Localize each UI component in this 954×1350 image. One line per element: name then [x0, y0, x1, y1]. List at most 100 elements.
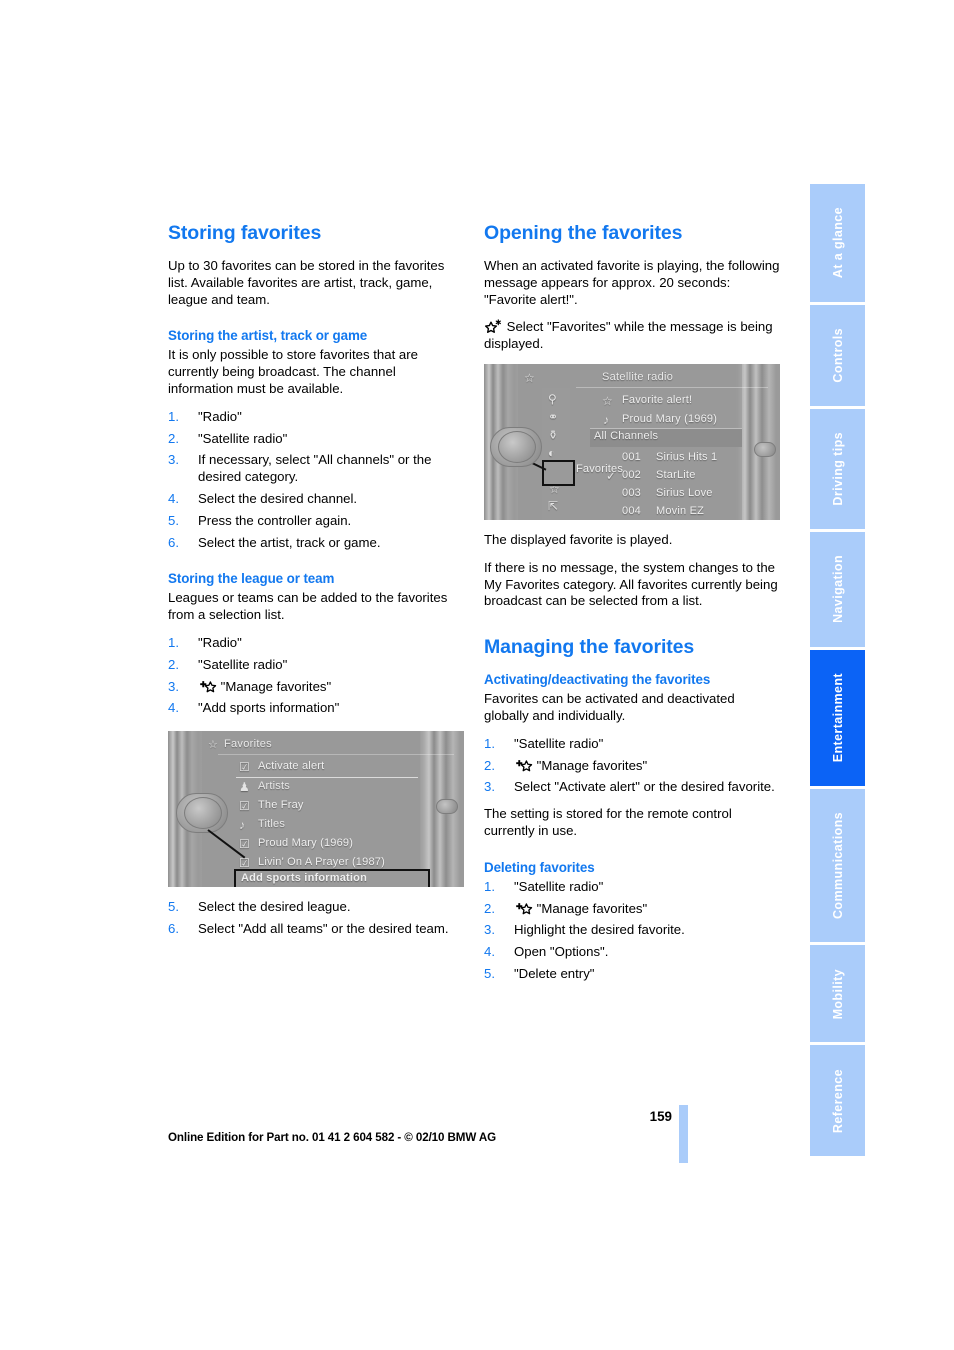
sidebar-item-communications[interactable]: Communications — [810, 788, 865, 946]
activating-note: The setting is stored for the remote con… — [484, 806, 732, 838]
step-number: 1. — [168, 408, 179, 424]
subheading-deleting-favorites: Deleting favorites — [484, 859, 595, 875]
step-text: Highlight the desired favorite. — [514, 922, 685, 938]
step-number: 5. — [484, 965, 495, 981]
step-text: Select "Add all teams" or the desired te… — [198, 920, 449, 936]
step-number: 2. — [484, 900, 495, 916]
idrive-controller-knob — [184, 797, 222, 830]
sidebar-item-label: Navigation — [830, 555, 845, 624]
title-divider — [218, 754, 454, 756]
list-item: 1. "Radio" — [168, 635, 464, 652]
satellite-radio-screen-screenshot: ☆ Satellite radio ⚲ ⚭ ⚱ ◐ ☆ ☆ ⇱ Favorite… — [484, 363, 780, 520]
checkbox-checked-icon: ☑ — [239, 799, 250, 814]
category-label: All Channels — [594, 429, 659, 442]
favorites-title-icon: ☆ — [208, 739, 218, 752]
selected-menu-icon[interactable] — [542, 459, 575, 486]
step-number: 3. — [484, 922, 495, 938]
list-item: 1. "Radio" — [168, 409, 464, 426]
list-item: 3. Select "Activate alert" or the desire… — [484, 779, 780, 796]
sidebar-item-label: Entertainment — [830, 673, 845, 763]
info-row: Favorite alert! — [622, 393, 693, 406]
list-item: 3. Highlight the desired favorite. — [484, 922, 780, 939]
subheading-activating-favorites: Activating/deactivating the favorites — [484, 672, 711, 688]
channel-name: Movin EZ — [656, 504, 705, 517]
callout-label: Favorites — [576, 462, 624, 475]
side-tab-navigation: At a glance Controls Driving tips Naviga… — [810, 184, 865, 1157]
icon-step-text: Select "Favorites" while the message is … — [484, 319, 773, 352]
list-item: The Fray — [258, 799, 304, 812]
step-text: "Satellite radio" — [514, 735, 604, 751]
activating-steps: 1. "Satellite radio" 2. "Manage favorite… — [484, 736, 780, 796]
step-number: 4. — [168, 490, 179, 506]
sidebar-item-label: At a glance — [830, 207, 845, 279]
browse-icon[interactable]: ⚭ — [548, 411, 558, 423]
selected-menu-item-label: Add sports information — [241, 872, 368, 885]
sidebar-item-driving-tips[interactable]: Driving tips — [810, 408, 865, 533]
screen-title: Satellite radio — [602, 370, 674, 383]
storing-artist-intro: It is only possible to store favorites t… — [168, 347, 418, 396]
checkbox-checked-icon: ☑ — [239, 760, 250, 775]
plus-star-icon — [198, 680, 217, 693]
step-number: 2. — [484, 757, 495, 773]
step-text: "Delete entry" — [514, 965, 595, 981]
list-item: 3. "Manage favorites" — [168, 679, 464, 696]
sidebar-item-label: Controls — [830, 328, 845, 383]
right-column: Opening the favorites When an activated … — [484, 222, 780, 988]
on-off-button[interactable] — [754, 441, 776, 457]
channel-number: 003 — [622, 486, 641, 499]
manual-page: At a glance Controls Driving tips Naviga… — [0, 0, 954, 1350]
checkbox-checked-icon: ☑ — [239, 837, 250, 852]
step-number: 4. — [484, 944, 495, 960]
list-item: 6. Select the artist, track or game. — [168, 535, 464, 552]
category-icon[interactable]: ⚱ — [548, 429, 558, 441]
step-number: 1. — [168, 634, 179, 650]
step-number: 6. — [168, 920, 179, 936]
list-item: 2. "Manage favorites" — [484, 758, 780, 775]
list-item: 1. "Satellite radio" — [484, 736, 780, 753]
tone-icon[interactable]: ◐ — [548, 447, 555, 459]
no-message-note: If there is no message, the system chang… — [484, 559, 778, 609]
list-item: 1. "Satellite radio" — [484, 879, 780, 896]
row-divider — [236, 777, 418, 779]
sidebar-item-navigation[interactable]: Navigation — [810, 532, 865, 650]
star-icon: ☆ — [602, 393, 613, 408]
storing-league-steps-continued: 5. Select the desired league. 6. Select … — [168, 899, 464, 938]
storing-league-intro: Leagues or teams can be added to the fav… — [168, 590, 448, 623]
title-divider — [576, 386, 768, 388]
channel-number: 002 — [622, 468, 641, 481]
step-number: 5. — [168, 899, 179, 915]
subheading-storing-league: Storing the league or team — [168, 571, 335, 587]
channel-number: 004 — [622, 504, 641, 517]
step-number: 3. — [168, 678, 179, 694]
step-text: "Manage favorites" — [220, 678, 332, 694]
step-text: "Manage favorites" — [536, 900, 648, 916]
step-number: 5. — [168, 512, 179, 528]
on-off-button[interactable] — [436, 799, 458, 815]
opening-favorites-intro: When an activated favorite is playing, t… — [484, 258, 780, 307]
list-item: Artists — [258, 780, 290, 793]
sidebar-item-at-a-glance[interactable]: At a glance — [810, 184, 865, 305]
back-icon[interactable]: ⇱ — [548, 500, 558, 512]
list-item: Livin' On A Prayer (1987) — [258, 856, 385, 869]
sidebar-item-controls[interactable]: Controls — [810, 304, 865, 409]
sidebar-item-mobility[interactable]: Mobility — [810, 945, 865, 1046]
channel-name: Sirius Love — [656, 486, 713, 499]
list-item: 2. "Satellite radio" — [168, 431, 464, 448]
list-item: 4. Select the desired channel. — [168, 491, 464, 508]
search-icon[interactable]: ⚲ — [548, 393, 557, 405]
music-note-icon: ♪ — [239, 818, 245, 833]
channel-name: StarLite — [656, 468, 696, 481]
activating-intro: Favorites can be activated and deactivat… — [484, 691, 735, 723]
step-text: Select the desired channel. — [198, 490, 358, 506]
list-item: 2. "Satellite radio" — [168, 657, 464, 674]
step-number: 2. — [168, 430, 179, 446]
step-text: Select "Activate alert" or the desired f… — [514, 779, 775, 795]
list-item: 4. Open "Options". — [484, 944, 780, 961]
page-title: Storing favorites — [168, 222, 322, 244]
favorites-screen-screenshot: ☆ Favorites ☑ Activate alert ♟ Artists ☑… — [168, 731, 464, 888]
deleting-steps: 1. "Satellite radio" 2. "Manage favorite… — [484, 879, 780, 983]
star-asterisk-icon — [484, 319, 503, 334]
person-icon: ♟ — [239, 780, 250, 795]
sidebar-item-label: Communications — [830, 811, 845, 919]
sidebar-item-entertainment[interactable]: Entertainment — [810, 649, 865, 789]
